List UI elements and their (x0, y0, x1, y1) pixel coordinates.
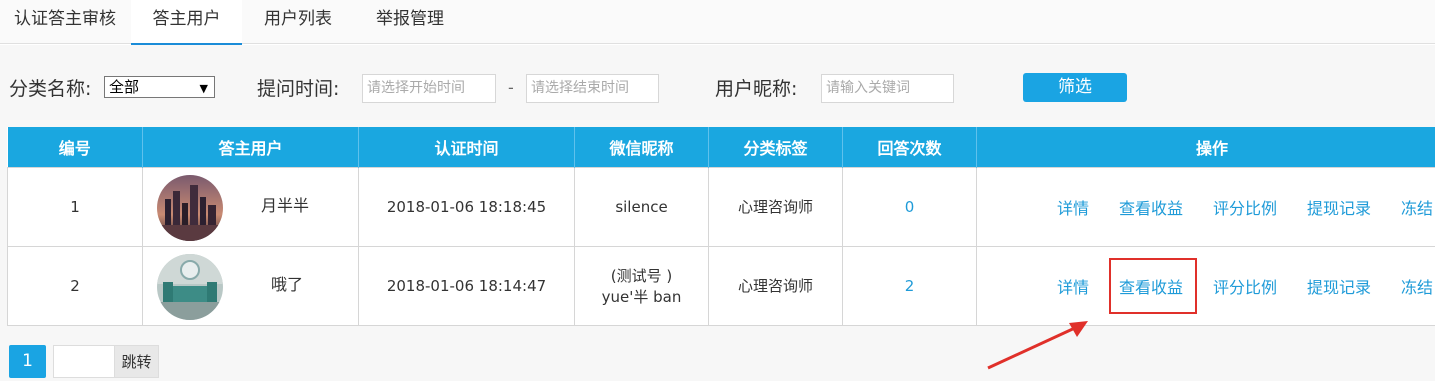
page-number-button[interactable]: 1 (9, 345, 46, 378)
user-name: 月半半 (261, 195, 310, 215)
view-earnings-link[interactable]: 查看收益 (1119, 195, 1183, 219)
header-id: 编号 (7, 127, 143, 167)
tab-user-list[interactable]: 用户列表 (242, 0, 354, 44)
filter-button[interactable]: 筛选 (1023, 73, 1127, 102)
caret-down-icon: ▼ (199, 82, 208, 95)
freeze-link[interactable]: 冻结 (1401, 195, 1433, 219)
cell-id: 2 (7, 245, 143, 326)
freeze-link[interactable]: 冻结 (1401, 274, 1433, 298)
category-label: 分类名称: (9, 78, 92, 100)
cell-cert-time: 2018-01-06 18:18:45 (358, 166, 575, 247)
cell-user: 哦了 (142, 245, 359, 326)
answerer-table: 编号 答主用户 认证时间 微信昵称 分类标签 回答次数 操作 1 月半半 201… (7, 127, 1435, 326)
detail-link[interactable]: 详情 (1057, 195, 1089, 219)
withdraw-record-link[interactable]: 提现记录 (1307, 195, 1371, 219)
start-time-input[interactable]: 请选择开始时间 (362, 74, 496, 103)
rating-ratio-link[interactable]: 评分比例 (1213, 195, 1277, 219)
avatar[interactable] (157, 253, 223, 320)
range-dash: - (508, 78, 514, 97)
tab-report-management[interactable]: 举报管理 (354, 0, 466, 44)
cell-user: 月半半 (142, 166, 359, 247)
city-avatar-icon (157, 174, 223, 241)
rating-ratio-link[interactable]: 评分比例 (1213, 274, 1277, 298)
header-count: 回答次数 (842, 127, 977, 167)
header-cert-time: 认证时间 (358, 127, 575, 167)
cell-actions: 详情 查看收益 评分比例 提现记录 冻结 (976, 166, 1435, 247)
tab-answerer-users[interactable]: 答主用户 (131, 0, 242, 45)
header-actions: 操作 (976, 127, 1435, 167)
red-arrow-icon (987, 321, 1088, 370)
table-header-row: 编号 答主用户 认证时间 微信昵称 分类标签 回答次数 操作 (7, 127, 1435, 167)
question-time-label: 提问时间: (257, 78, 340, 100)
category-select[interactable]: 全部 ▼ (104, 76, 215, 98)
cell-actions: 详情 查看收益 评分比例 提现记录 冻结 (976, 245, 1435, 326)
cell-tag: 心理咨询师 (708, 245, 843, 326)
table-row: 1 月半半 2018-01-06 18:18:45 silence 心理咨询师 … (7, 166, 1435, 247)
detail-link[interactable]: 详情 (1057, 274, 1089, 298)
nickname-input[interactable]: 请输入关键词 (821, 74, 954, 103)
category-select-value: 全部 (109, 78, 140, 96)
end-time-input[interactable]: 请选择结束时间 (526, 74, 659, 103)
user-name: 哦了 (271, 274, 304, 294)
withdraw-record-link[interactable]: 提现记录 (1307, 274, 1371, 298)
tab-certified-review[interactable]: 认证答主审核 (0, 0, 130, 44)
cell-cert-time: 2018-01-06 18:14:47 (358, 245, 575, 326)
tab-bar: 认证答主审核 答主用户 用户列表 举报管理 (0, 0, 1435, 45)
cell-id: 1 (7, 166, 143, 247)
header-wechat: 微信昵称 (574, 127, 709, 167)
header-tag: 分类标签 (708, 127, 843, 167)
wechat-name-line2: yue'半 ban (601, 287, 682, 306)
avatar[interactable] (157, 174, 223, 241)
header-user: 答主用户 (142, 127, 359, 167)
wechat-name: (测试号 ) (610, 266, 673, 285)
cell-wechat: (测试号 ) yue'半 ban (574, 245, 709, 326)
page-jump-button[interactable]: 跳转 (114, 345, 159, 378)
table-row: 2 哦了 2018-01-06 18:14:47 (测试号) yue'半 ba… (7, 245, 1435, 326)
cell-count[interactable]: 0 (842, 166, 977, 247)
nickname-label: 用户昵称: (715, 78, 798, 100)
highlight-box (1109, 258, 1197, 314)
cell-wechat: silence (574, 166, 709, 247)
cell-tag: 心理咨询师 (708, 166, 843, 247)
page-jump-input[interactable] (53, 345, 115, 378)
wechat-name: silence (615, 197, 668, 216)
cell-count[interactable]: 2 (842, 245, 977, 326)
room-avatar-icon (157, 253, 223, 320)
